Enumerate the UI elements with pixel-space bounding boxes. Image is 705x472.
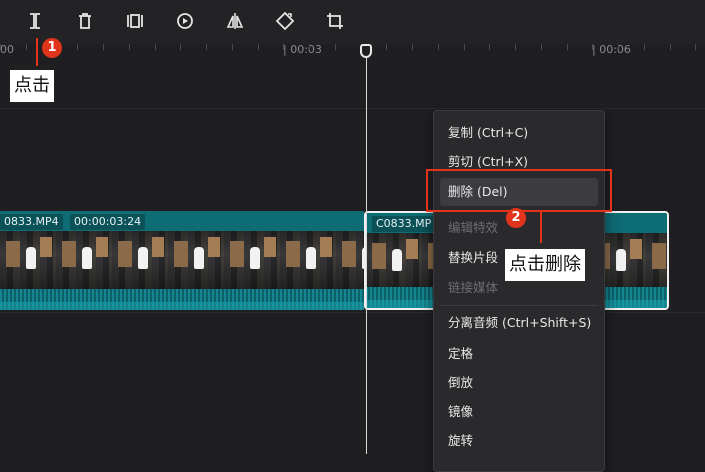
- ruler-tick: [77, 44, 78, 50]
- rotate-icon[interactable]: [272, 8, 298, 34]
- ruler-tick: [258, 44, 259, 50]
- ruler-tick: [644, 44, 645, 50]
- ruler-label: | 00:03: [283, 43, 322, 56]
- callout-label: 点击删除: [505, 249, 585, 281]
- context-menu: 复制 (Ctrl+C) 剪切 (Ctrl+X) 删除 (Del) 编辑特效 替换…: [433, 110, 605, 472]
- thumbnail: [56, 231, 112, 289]
- ruler-tick: [567, 44, 568, 50]
- callout-line: [36, 38, 38, 66]
- ruler-tick: [386, 44, 387, 50]
- ruler-tick: [335, 44, 336, 50]
- clip-thumbnails: [0, 231, 364, 289]
- playhead-line: [366, 56, 367, 454]
- thumbnail: [224, 231, 280, 289]
- ruler-tick: [0, 44, 1, 50]
- ruler-tick: [180, 44, 181, 50]
- menu-item-detach-audio[interactable]: 分离音频 (Ctrl+Shift+S): [440, 309, 598, 337]
- thumbnail: [646, 233, 667, 291]
- ruler-tick: [309, 44, 310, 50]
- ruler-tick: [26, 44, 27, 50]
- callout-line: [540, 211, 542, 243]
- clip-duration: 00:00:03:24: [70, 214, 146, 230]
- ruler-tick: [489, 44, 490, 50]
- step-badge: 1: [42, 38, 62, 58]
- clip-filename: 0833.MP4: [0, 214, 63, 230]
- callout-label: 点击: [10, 70, 54, 102]
- playhead-handle[interactable]: [360, 44, 372, 58]
- menu-item-mirror[interactable]: 镜像: [440, 398, 598, 426]
- crop-icon[interactable]: [322, 8, 348, 34]
- ruler-label: | 00:06: [592, 43, 631, 56]
- delete-icon[interactable]: [72, 8, 98, 34]
- clip-header: 0833.MP4 00:00:03:24: [0, 211, 364, 231]
- video-clip-left[interactable]: 0833.MP4 00:00:03:24: [0, 211, 364, 310]
- ruler-tick: [618, 44, 619, 50]
- time-ruler[interactable]: 00 | 00:03 | 00:06: [0, 44, 705, 62]
- audio-waveform: [0, 289, 364, 310]
- mirror-icon[interactable]: [222, 8, 248, 34]
- menu-item-copy[interactable]: 复制 (Ctrl+C): [440, 119, 598, 147]
- ruler-tick: [592, 44, 593, 50]
- track-divider: [0, 108, 705, 109]
- menu-item-reverse[interactable]: 倒放: [440, 369, 598, 397]
- ruler-tick: [541, 44, 542, 50]
- step-badge: 2: [506, 208, 526, 228]
- ruler-tick: [695, 44, 696, 50]
- ruler-tick: [438, 44, 439, 50]
- ruler-tick: [103, 44, 104, 50]
- menu-item-rotate[interactable]: 旋转: [440, 427, 598, 455]
- thumbnail: [0, 231, 56, 289]
- ruler-tick: [515, 44, 516, 50]
- ruler-tick: [283, 44, 284, 50]
- freeze-frame-icon[interactable]: [122, 8, 148, 34]
- thumbnail: [168, 231, 224, 289]
- clip-filename: C0833.MP: [372, 216, 436, 232]
- highlight-box: [426, 169, 612, 212]
- thumbnail: [280, 231, 336, 289]
- split-icon[interactable]: [22, 8, 48, 34]
- ruler-tick: [129, 44, 130, 50]
- ruler-tick: [464, 44, 465, 50]
- ruler-label: 00: [0, 43, 14, 56]
- ruler-tick: [206, 44, 207, 50]
- thumbnail: [112, 231, 168, 289]
- ruler-tick: [155, 44, 156, 50]
- thumbnail: [336, 231, 364, 289]
- menu-item-freeze[interactable]: 定格: [440, 340, 598, 368]
- ruler-tick: [412, 44, 413, 50]
- ruler-tick: [232, 44, 233, 50]
- thumbnail: [366, 233, 422, 291]
- timeline-toolbar: [0, 0, 705, 45]
- ruler-tick: [670, 44, 671, 50]
- reverse-play-icon[interactable]: [172, 8, 198, 34]
- menu-separator: [440, 305, 598, 306]
